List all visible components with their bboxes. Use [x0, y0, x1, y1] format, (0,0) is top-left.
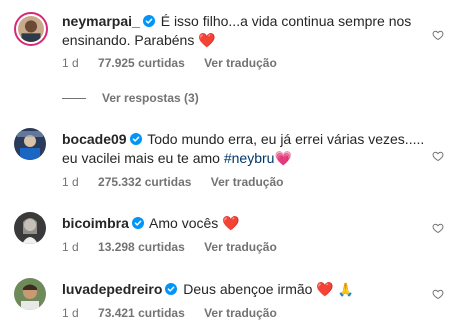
translate-link[interactable]: Ver tradução: [204, 306, 277, 320]
comment-time: 1 d: [62, 56, 79, 70]
comment-time: 1 d: [62, 240, 79, 254]
comment-username[interactable]: bicoimbra: [62, 215, 129, 231]
divider-line: [62, 97, 86, 99]
verified-badge-icon: [142, 15, 155, 27]
translate-link[interactable]: Ver tradução: [204, 56, 277, 70]
avatar[interactable]: [14, 12, 48, 46]
translate-link[interactable]: Ver tradução: [204, 240, 277, 254]
like-count[interactable]: 73.421 curtidas: [98, 306, 185, 320]
comment-text: Deus abençoe irmão: [183, 281, 313, 297]
like-count[interactable]: 13.298 curtidas: [98, 240, 185, 254]
like-heart-icon[interactable]: [432, 150, 444, 162]
avatar[interactable]: [14, 278, 46, 310]
like-heart-icon[interactable]: [432, 288, 444, 300]
view-replies-button[interactable]: Ver respostas (3): [62, 91, 199, 105]
heart-emoji: 💗: [274, 150, 292, 166]
heart-emoji: ❤️: [316, 281, 334, 297]
like-count[interactable]: 77.925 curtidas: [98, 56, 185, 70]
heart-emoji: ❤️: [198, 32, 216, 48]
heart-emoji: ❤️: [222, 215, 240, 231]
avatar[interactable]: [14, 212, 46, 244]
verified-badge-icon: [129, 133, 142, 145]
verified-badge-icon: [131, 217, 144, 229]
comment-username[interactable]: bocade09: [62, 131, 127, 147]
avatar[interactable]: [14, 128, 46, 160]
comment-username[interactable]: luvadepedreiro: [62, 281, 162, 297]
verified-badge-icon: [165, 283, 178, 295]
like-heart-icon[interactable]: [432, 29, 444, 41]
comment-time: 1 d: [62, 175, 79, 189]
comment-text: Amo vocês: [149, 215, 219, 231]
like-count[interactable]: 275.332 curtidas: [98, 175, 191, 189]
praying-hands-emoji: 🙏: [337, 282, 354, 297]
like-heart-icon[interactable]: [432, 222, 444, 234]
hashtag-link[interactable]: #neybru: [224, 150, 275, 166]
view-replies-label: Ver respostas (3): [102, 91, 199, 105]
translate-link[interactable]: Ver tradução: [211, 175, 284, 189]
comment-username[interactable]: neymarpai_: [62, 13, 140, 29]
comment-time: 1 d: [62, 306, 79, 320]
